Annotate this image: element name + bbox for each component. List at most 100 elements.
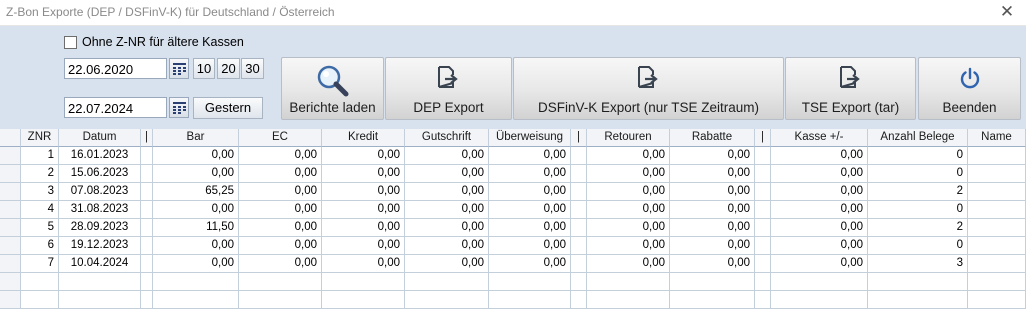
table-cell[interactable]: 0,00 xyxy=(153,255,239,273)
table-cell[interactable]: 0,00 xyxy=(239,219,322,237)
column-header-bar[interactable]: Bar xyxy=(153,129,239,147)
table-cell[interactable] xyxy=(755,183,771,201)
quit-button[interactable]: Beenden xyxy=(918,57,1021,120)
column-header-überweisung[interactable]: Überweisung xyxy=(489,129,571,147)
table-cell[interactable]: 0,00 xyxy=(670,255,755,273)
table-cell[interactable] xyxy=(322,273,405,291)
table-cell[interactable]: 0,00 xyxy=(239,147,322,165)
table-cell[interactable]: 0,00 xyxy=(239,237,322,255)
table-cell[interactable]: 3 xyxy=(868,255,968,273)
table-cell[interactable]: 0,00 xyxy=(322,237,405,255)
table-cell[interactable] xyxy=(405,273,489,291)
table-cell[interactable] xyxy=(968,273,1026,291)
table-cell[interactable] xyxy=(322,291,405,309)
table-cell[interactable] xyxy=(587,273,670,291)
table-cell[interactable]: 0,00 xyxy=(405,183,489,201)
table-cell[interactable] xyxy=(21,291,59,309)
table-cell[interactable] xyxy=(587,291,670,309)
dsfinvk-export-button[interactable]: DSFinV-K Export (nur TSE Zeitraum) xyxy=(513,57,784,120)
tse-export-button[interactable]: TSE Export (tar) xyxy=(785,57,916,120)
column-header-ec[interactable]: EC xyxy=(239,129,322,147)
table-cell[interactable] xyxy=(755,255,771,273)
table-cell[interactable] xyxy=(755,219,771,237)
table-cell[interactable]: 0,00 xyxy=(489,255,571,273)
table-cell[interactable]: 0,00 xyxy=(670,183,755,201)
table-cell[interactable] xyxy=(141,183,153,201)
table-cell[interactable] xyxy=(571,165,587,183)
calendar-from-button[interactable] xyxy=(169,58,189,79)
table-cell[interactable]: 31.08.2023 xyxy=(59,201,141,219)
table-cell[interactable]: 3 xyxy=(21,183,59,201)
calendar-to-button[interactable] xyxy=(169,97,189,118)
table-cell[interactable] xyxy=(141,201,153,219)
table-cell[interactable] xyxy=(153,291,239,309)
column-header-name[interactable]: Name xyxy=(968,129,1026,147)
table-cell[interactable] xyxy=(755,165,771,183)
table-cell[interactable]: 7 xyxy=(21,255,59,273)
table-cell[interactable]: 0,00 xyxy=(405,165,489,183)
table-cell[interactable] xyxy=(571,237,587,255)
table-cell[interactable]: 0,00 xyxy=(489,165,571,183)
table-cell[interactable] xyxy=(239,273,322,291)
table-cell[interactable] xyxy=(571,273,587,291)
table-cell[interactable] xyxy=(968,219,1026,237)
column-header-rabatte[interactable]: Rabatte xyxy=(670,129,755,147)
table-cell[interactable]: 0,00 xyxy=(405,219,489,237)
row-indicator[interactable] xyxy=(0,273,21,291)
column-header-anzahl-belege[interactable]: Anzahl Belege xyxy=(868,129,968,147)
table-cell[interactable] xyxy=(571,255,587,273)
table-cell[interactable]: 0,00 xyxy=(239,165,322,183)
row-indicator[interactable] xyxy=(0,165,21,183)
no-znr-checkbox[interactable] xyxy=(64,36,77,49)
table-cell[interactable]: 0,00 xyxy=(670,201,755,219)
table-cell[interactable]: 0,00 xyxy=(153,201,239,219)
column-header-separator[interactable]: | xyxy=(571,129,587,147)
table-cell[interactable]: 0,00 xyxy=(405,237,489,255)
table-cell[interactable]: 0,00 xyxy=(405,201,489,219)
table-cell[interactable]: 0,00 xyxy=(587,219,670,237)
table-cell[interactable]: 0,00 xyxy=(771,219,868,237)
table-cell[interactable]: 15.06.2023 xyxy=(59,165,141,183)
table-cell[interactable]: 65,25 xyxy=(153,183,239,201)
table-cell[interactable] xyxy=(755,273,771,291)
dep-export-button[interactable]: DEP Export xyxy=(385,57,512,120)
table-cell[interactable] xyxy=(868,273,968,291)
row-indicator[interactable] xyxy=(0,291,21,309)
table-cell[interactable] xyxy=(755,147,771,165)
table-cell[interactable] xyxy=(670,273,755,291)
table-cell[interactable]: 1 xyxy=(21,147,59,165)
column-header-datum[interactable]: Datum xyxy=(59,129,141,147)
table-cell[interactable] xyxy=(968,237,1026,255)
table-cell[interactable] xyxy=(868,291,968,309)
yesterday-button[interactable]: Gestern xyxy=(193,97,263,119)
table-cell[interactable]: 0,00 xyxy=(670,237,755,255)
table-cell[interactable]: 0,00 xyxy=(239,183,322,201)
table-cell[interactable]: 2 xyxy=(868,219,968,237)
table-cell[interactable]: 0,00 xyxy=(771,183,868,201)
column-header-retouren[interactable]: Retouren xyxy=(587,129,670,147)
table-cell[interactable] xyxy=(21,273,59,291)
table-cell[interactable] xyxy=(489,273,571,291)
table-cell[interactable] xyxy=(968,165,1026,183)
table-cell[interactable] xyxy=(571,147,587,165)
table-cell[interactable] xyxy=(141,255,153,273)
quick-20-button[interactable]: 20 xyxy=(217,58,240,79)
table-cell[interactable]: 0 xyxy=(868,201,968,219)
date-from-input[interactable]: 22.06.2020 xyxy=(64,58,167,79)
table-cell[interactable]: 0,00 xyxy=(489,237,571,255)
table-cell[interactable] xyxy=(968,291,1026,309)
table-cell[interactable]: 0,00 xyxy=(489,219,571,237)
table-cell[interactable] xyxy=(153,273,239,291)
table-cell[interactable]: 0,00 xyxy=(587,147,670,165)
row-indicator[interactable] xyxy=(0,201,21,219)
table-cell[interactable]: 10.04.2024 xyxy=(59,255,141,273)
table-cell[interactable] xyxy=(489,291,571,309)
table-cell[interactable]: 0 xyxy=(868,237,968,255)
table-cell[interactable] xyxy=(239,291,322,309)
table-cell[interactable]: 28.09.2023 xyxy=(59,219,141,237)
table-cell[interactable]: 0,00 xyxy=(587,255,670,273)
table-cell[interactable] xyxy=(571,291,587,309)
table-cell[interactable] xyxy=(771,273,868,291)
table-cell[interactable]: 0,00 xyxy=(489,183,571,201)
table-cell[interactable] xyxy=(571,201,587,219)
